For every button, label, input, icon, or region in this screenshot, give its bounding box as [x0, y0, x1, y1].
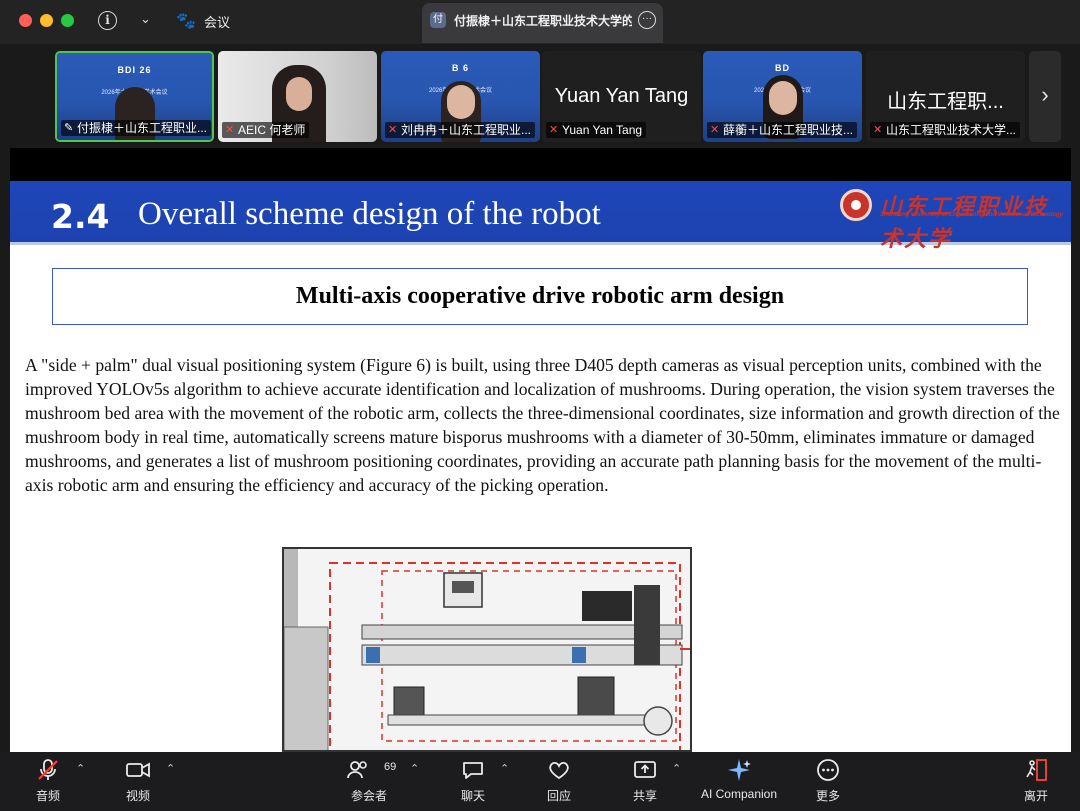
- chevron-down-icon[interactable]: ⌄: [140, 11, 151, 27]
- fullscreen-window-button[interactable]: [61, 14, 74, 27]
- participant-tile[interactable]: 山东工程职... ✕ 山东工程职业技术大学...: [866, 51, 1025, 142]
- participants-label: 参会者: [350, 789, 387, 803]
- ai-companion-button[interactable]: AI Companion: [696, 752, 782, 811]
- university-seal-icon: [840, 189, 872, 221]
- share-tab-title: 付振棣＋山东工程职业技术大学的: [454, 14, 632, 28]
- participant-tile[interactable]: ✕ AEIC 何老师: [218, 51, 377, 142]
- close-window-button[interactable]: [19, 14, 32, 27]
- robot-arm-drawing: [284, 549, 690, 750]
- ai-companion-label: AI Companion: [700, 787, 778, 801]
- participant-name: ✕ 薛蘅＋山东工程职业技...: [707, 122, 858, 138]
- chat-button[interactable]: 聊天: [449, 752, 497, 811]
- sharer-avatar: 付: [430, 12, 446, 28]
- participant-display-name: 山东工程职...: [887, 91, 1004, 113]
- participant-name: ✕ 山东工程职业技术大学...: [870, 122, 1021, 138]
- heart-icon: [535, 757, 583, 783]
- share-screen-button[interactable]: 共享: [621, 752, 669, 811]
- share-options-caret[interactable]: ⌃: [672, 762, 681, 775]
- participant-tile[interactable]: BDI 26 2026年大数据...学术会议 ✎付振棣＋山东工程职业...: [55, 51, 214, 142]
- zoom-window: i ⌄ 🐾 会议 付 付振棣＋山东工程职业技术大学的 ··· BDI 26 20…: [0, 0, 1080, 811]
- participant-tile[interactable]: BD 2026年大数据 术会议 ✕薛蘅＋山东工程职业技...: [703, 51, 862, 142]
- banner-text: BDI 26: [117, 65, 152, 75]
- participant-name: ✕ 刘冉冉＋山东工程职业...: [385, 122, 536, 138]
- video-camera-icon: [114, 757, 162, 783]
- mic-muted-icon: ✕: [388, 124, 398, 136]
- share-label: 共享: [632, 789, 657, 803]
- participant-name: ✎ 付振棣＋山东工程职业...: [61, 120, 212, 136]
- banner-text: B 6: [451, 63, 469, 73]
- participant-display-name: Yuan Yan Tang: [554, 85, 689, 107]
- video-options-caret[interactable]: ⌃: [166, 762, 175, 775]
- participant-name-text: 付振棣＋山东工程职业...: [77, 121, 208, 135]
- audio-button[interactable]: 音频: [24, 752, 72, 811]
- more-button[interactable]: 更多: [804, 752, 852, 811]
- more-label: 更多: [815, 789, 840, 803]
- audio-label: 音频: [35, 789, 60, 803]
- share-screen-icon: [621, 757, 669, 783]
- participants-icon: [344, 757, 372, 783]
- react-button[interactable]: 回应: [535, 752, 583, 811]
- chat-options-caret[interactable]: ⌃: [500, 762, 509, 775]
- participant-face: [286, 77, 312, 111]
- section-title: Overall scheme design of the robot: [138, 196, 601, 232]
- participants-options-caret[interactable]: ⌃: [410, 762, 419, 775]
- participant-face: [446, 85, 475, 119]
- share-letterbox: [10, 148, 1071, 181]
- video-button[interactable]: 视频: [114, 752, 162, 811]
- participant-tile[interactable]: Yuan Yan Tang ✕ Yuan Yan Tang: [542, 51, 701, 142]
- robot-arm-figure: [282, 547, 692, 752]
- participant-tile[interactable]: B 6 2026年大数据 学术会议 ✕刘冉冉＋山东工程职业...: [381, 51, 540, 142]
- mic-muted-icon: [24, 757, 72, 783]
- banner-text: BD: [775, 63, 790, 73]
- shared-slide: 2.4 Overall scheme design of the robot 山…: [10, 181, 1071, 752]
- slide-subtitle-box: Multi-axis cooperative drive robotic arm…: [52, 268, 1028, 325]
- leave-label: 离开: [1023, 789, 1048, 803]
- section-number: 2.4: [51, 197, 110, 236]
- pin-icon: ✎: [64, 122, 74, 134]
- more-options-icon[interactable]: ···: [638, 11, 656, 29]
- participant-name: ✕ AEIC 何老师: [222, 122, 310, 138]
- participant-name-text: AEIC 何老师: [238, 123, 306, 137]
- participant-name-text: 薛蘅＋山东工程职业技...: [723, 123, 854, 137]
- next-page-arrow-icon[interactable]: ›: [1029, 51, 1061, 142]
- sparkle-icon: [696, 757, 782, 783]
- university-name-cn: 山东工程职业技术大学: [880, 194, 1049, 252]
- chat-label: 聊天: [460, 789, 485, 803]
- audio-options-caret[interactable]: ⌃: [76, 762, 85, 775]
- more-dots-icon: [804, 757, 852, 783]
- mic-muted-icon: ✕: [225, 124, 235, 136]
- meeting-info-icon[interactable]: i: [98, 11, 117, 30]
- participant-name-text: 山东工程职业技术大学...: [886, 123, 1017, 137]
- slide-paragraph: A "side + palm" dual visual positioning …: [25, 355, 1060, 495]
- participant-name: ✕ Yuan Yan Tang: [546, 122, 647, 138]
- slide-header: 2.4 Overall scheme design of the robot 山…: [10, 181, 1071, 252]
- share-tab[interactable]: 付 付振棣＋山东工程职业技术大学的 ···: [422, 3, 663, 43]
- mic-muted-icon: ✕: [873, 124, 883, 136]
- university-name-en: Shandong University of Engineering and V…: [880, 212, 1063, 218]
- participant-count: 69: [384, 761, 397, 773]
- leave-door-icon: [1012, 757, 1060, 783]
- chat-bubble-icon: [449, 757, 497, 783]
- meeting-label[interactable]: 会议: [204, 12, 230, 31]
- minimize-window-button[interactable]: [40, 14, 53, 27]
- meeting-toolbar: 音频 ⌃ 视频 ⌃ 参会者 69 ⌃ 聊天 ⌃ 回应 共享 ⌃ AI Compa…: [0, 752, 1080, 811]
- mic-muted-icon: ✕: [549, 124, 559, 136]
- participant-face: [768, 81, 797, 115]
- participant-strip: BDI 26 2026年大数据...学术会议 ✎付振棣＋山东工程职业... ✕A…: [0, 44, 1080, 148]
- meeting-icon: 🐾: [176, 13, 196, 30]
- title-bar: i ⌄ 🐾 会议 付 付振棣＋山东工程职业技术大学的 ···: [0, 0, 1080, 44]
- leave-button[interactable]: 离开: [1012, 752, 1060, 811]
- participant-name-text: 刘冉冉＋山东工程职业...: [401, 123, 532, 137]
- video-label: 视频: [125, 789, 150, 803]
- mic-muted-icon: ✕: [710, 124, 720, 136]
- participant-name-text: Yuan Yan Tang: [562, 123, 643, 137]
- react-label: 回应: [546, 789, 571, 803]
